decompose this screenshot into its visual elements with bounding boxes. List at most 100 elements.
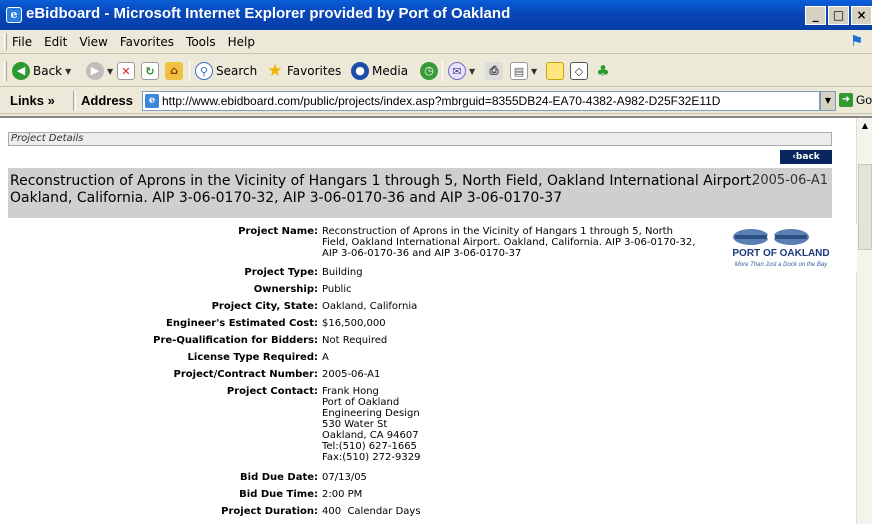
field-label: Pre-Qualification for Bidders: [153, 335, 318, 346]
field-value: Public [322, 284, 352, 295]
field-value: Oakland, California [322, 301, 418, 312]
favorites-button[interactable]: ★ Favorites [266, 60, 341, 82]
menu-grip[interactable] [4, 33, 7, 50]
edit-button[interactable]: ▤ ▼ [510, 60, 537, 82]
stop-button[interactable]: ✕ [117, 60, 135, 82]
edit-dropdown-icon[interactable]: ▼ [531, 67, 537, 76]
go-arrow-icon: ➜ [839, 93, 853, 107]
forward-dropdown-icon[interactable]: ▼ [107, 67, 113, 76]
menu-view[interactable]: View [79, 35, 107, 49]
search-icon: ⚲ [195, 62, 213, 80]
vertical-scrollbar[interactable]: ▲ [856, 118, 872, 524]
search-label: Search [216, 64, 258, 78]
window-title: eBidboard - Microsoft Internet Explorer … [26, 5, 511, 22]
minimize-button[interactable]: _ [805, 6, 826, 25]
media-icon: ● [351, 62, 369, 80]
forward-arrow-icon: ▶ [86, 62, 104, 80]
field-label: Bid Due Date: [240, 472, 318, 483]
field-label: Project/Contract Number: [173, 369, 318, 380]
field-label: Project Name: [238, 226, 318, 237]
discuss-icon [546, 62, 564, 80]
title-bar: e eBidboard - Microsoft Internet Explore… [0, 0, 872, 30]
back-link-button[interactable]: ‹back [780, 150, 832, 164]
favorites-star-icon: ★ [267, 61, 283, 81]
field-value: 2:00 PM [322, 489, 363, 500]
ie-icon: e [6, 7, 22, 23]
discuss-button[interactable] [546, 60, 564, 82]
field-label: Project Contact: [226, 386, 318, 397]
project-title: Reconstruction of Aprons in the Vicinity… [10, 173, 756, 206]
field-label: License Type Required: [187, 352, 318, 363]
stop-icon: ✕ [117, 62, 135, 80]
menu-file[interactable]: File [12, 35, 32, 49]
section-title: Project Details [8, 132, 832, 146]
port-of-oakland-logo: PORT OF OAKLAND More Than Just a Dock on… [705, 224, 857, 272]
links-toolbar[interactable]: Links » [10, 93, 55, 108]
globe-logo-icon: PORT OF OAKLAND More Than Just a Dock on… [732, 229, 830, 268]
address-dropdown-icon[interactable]: ▼ [820, 91, 836, 111]
print-button[interactable]: ⎙ [485, 60, 503, 82]
project-details-panel: Project Details ‹back Reconstruction of … [8, 132, 857, 524]
menu-help[interactable]: Help [228, 35, 255, 49]
field-value: 400 Calendar Days [322, 506, 421, 517]
research-icon: ◇ [570, 62, 588, 80]
go-button[interactable]: ➜ Go [839, 93, 872, 107]
field-value: 07/13/05 [322, 472, 367, 483]
toolbar-separator [73, 91, 76, 111]
toolbar-grip[interactable] [4, 61, 7, 81]
project-header: Reconstruction of Aprons in the Vicinity… [8, 168, 832, 218]
standard-toolbar: ◀ Back ▼ ▶ ▼ ✕ ↻ ⌂ ⚲ Search ★ Favorites … [0, 55, 872, 87]
home-icon: ⌂ [165, 62, 183, 80]
menu-favorites[interactable]: Favorites [120, 35, 174, 49]
page-icon: e [145, 94, 159, 108]
back-dropdown-icon[interactable]: ▼ [65, 67, 71, 76]
field-label: Project Type: [244, 267, 318, 278]
mail-button[interactable]: ✉ ▼ [448, 60, 475, 82]
field-value: 2005-06-A1 [322, 369, 381, 380]
toolbar-separator [442, 61, 443, 81]
logo-tagline: More Than Just a Dock on the Bay [735, 262, 828, 268]
media-label: Media [372, 64, 409, 78]
address-label: Address [81, 93, 134, 108]
scroll-up-icon[interactable]: ▲ [857, 118, 872, 134]
maximize-button[interactable]: □ [828, 6, 849, 25]
print-icon: ⎙ [485, 62, 503, 80]
address-field[interactable]: e [142, 91, 820, 111]
search-button[interactable]: ⚲ Search [195, 60, 257, 82]
refresh-button[interactable]: ↻ [141, 60, 159, 82]
field-label: Ownership: [253, 284, 318, 295]
messenger-button[interactable]: ♣ [594, 60, 612, 82]
field-value: $16,500,000 [322, 318, 386, 329]
menu-edit[interactable]: Edit [44, 35, 67, 49]
back-arrow-icon: ◀ [12, 62, 30, 80]
toolbar-separator [189, 61, 190, 81]
field-label: Engineer's Estimated Cost: [166, 318, 318, 329]
field-value: Not Required [322, 335, 388, 346]
logo-name: PORT OF OAKLAND [732, 248, 829, 259]
field-label: Project Duration: [221, 506, 318, 517]
scrollbar-thumb[interactable] [858, 164, 872, 250]
field-value: Building [322, 267, 363, 278]
address-bar: Links » Address e ▼ ➜ Go [0, 88, 872, 114]
edit-page-icon: ▤ [510, 62, 528, 80]
home-button[interactable]: ⌂ [165, 60, 183, 82]
menu-bar: File Edit View Favorites Tools Help ⚑ [0, 30, 872, 54]
media-button[interactable]: ● Media [351, 60, 408, 82]
back-label: Back [33, 64, 63, 78]
forward-button[interactable]: ▶ ▼ [86, 60, 113, 82]
back-button[interactable]: ◀ Back ▼ [12, 60, 71, 82]
address-input[interactable] [162, 94, 802, 108]
field-value: A [322, 352, 329, 363]
project-number: 2005-06-A1 [752, 173, 828, 188]
go-label: Go [856, 93, 872, 107]
research-button[interactable]: ◇ [570, 60, 588, 82]
history-button[interactable]: ◷ [420, 60, 438, 82]
field-label: Project City, State: [211, 301, 318, 312]
mail-dropdown-icon[interactable]: ▼ [469, 67, 475, 76]
mail-icon: ✉ [448, 62, 466, 80]
links-label: Links [10, 93, 44, 108]
menu-tools[interactable]: Tools [186, 35, 216, 49]
page-viewport: ▲ Project Details ‹back Reconstruction o… [0, 116, 872, 524]
close-button[interactable]: × [851, 6, 872, 25]
refresh-icon: ↻ [141, 62, 159, 80]
